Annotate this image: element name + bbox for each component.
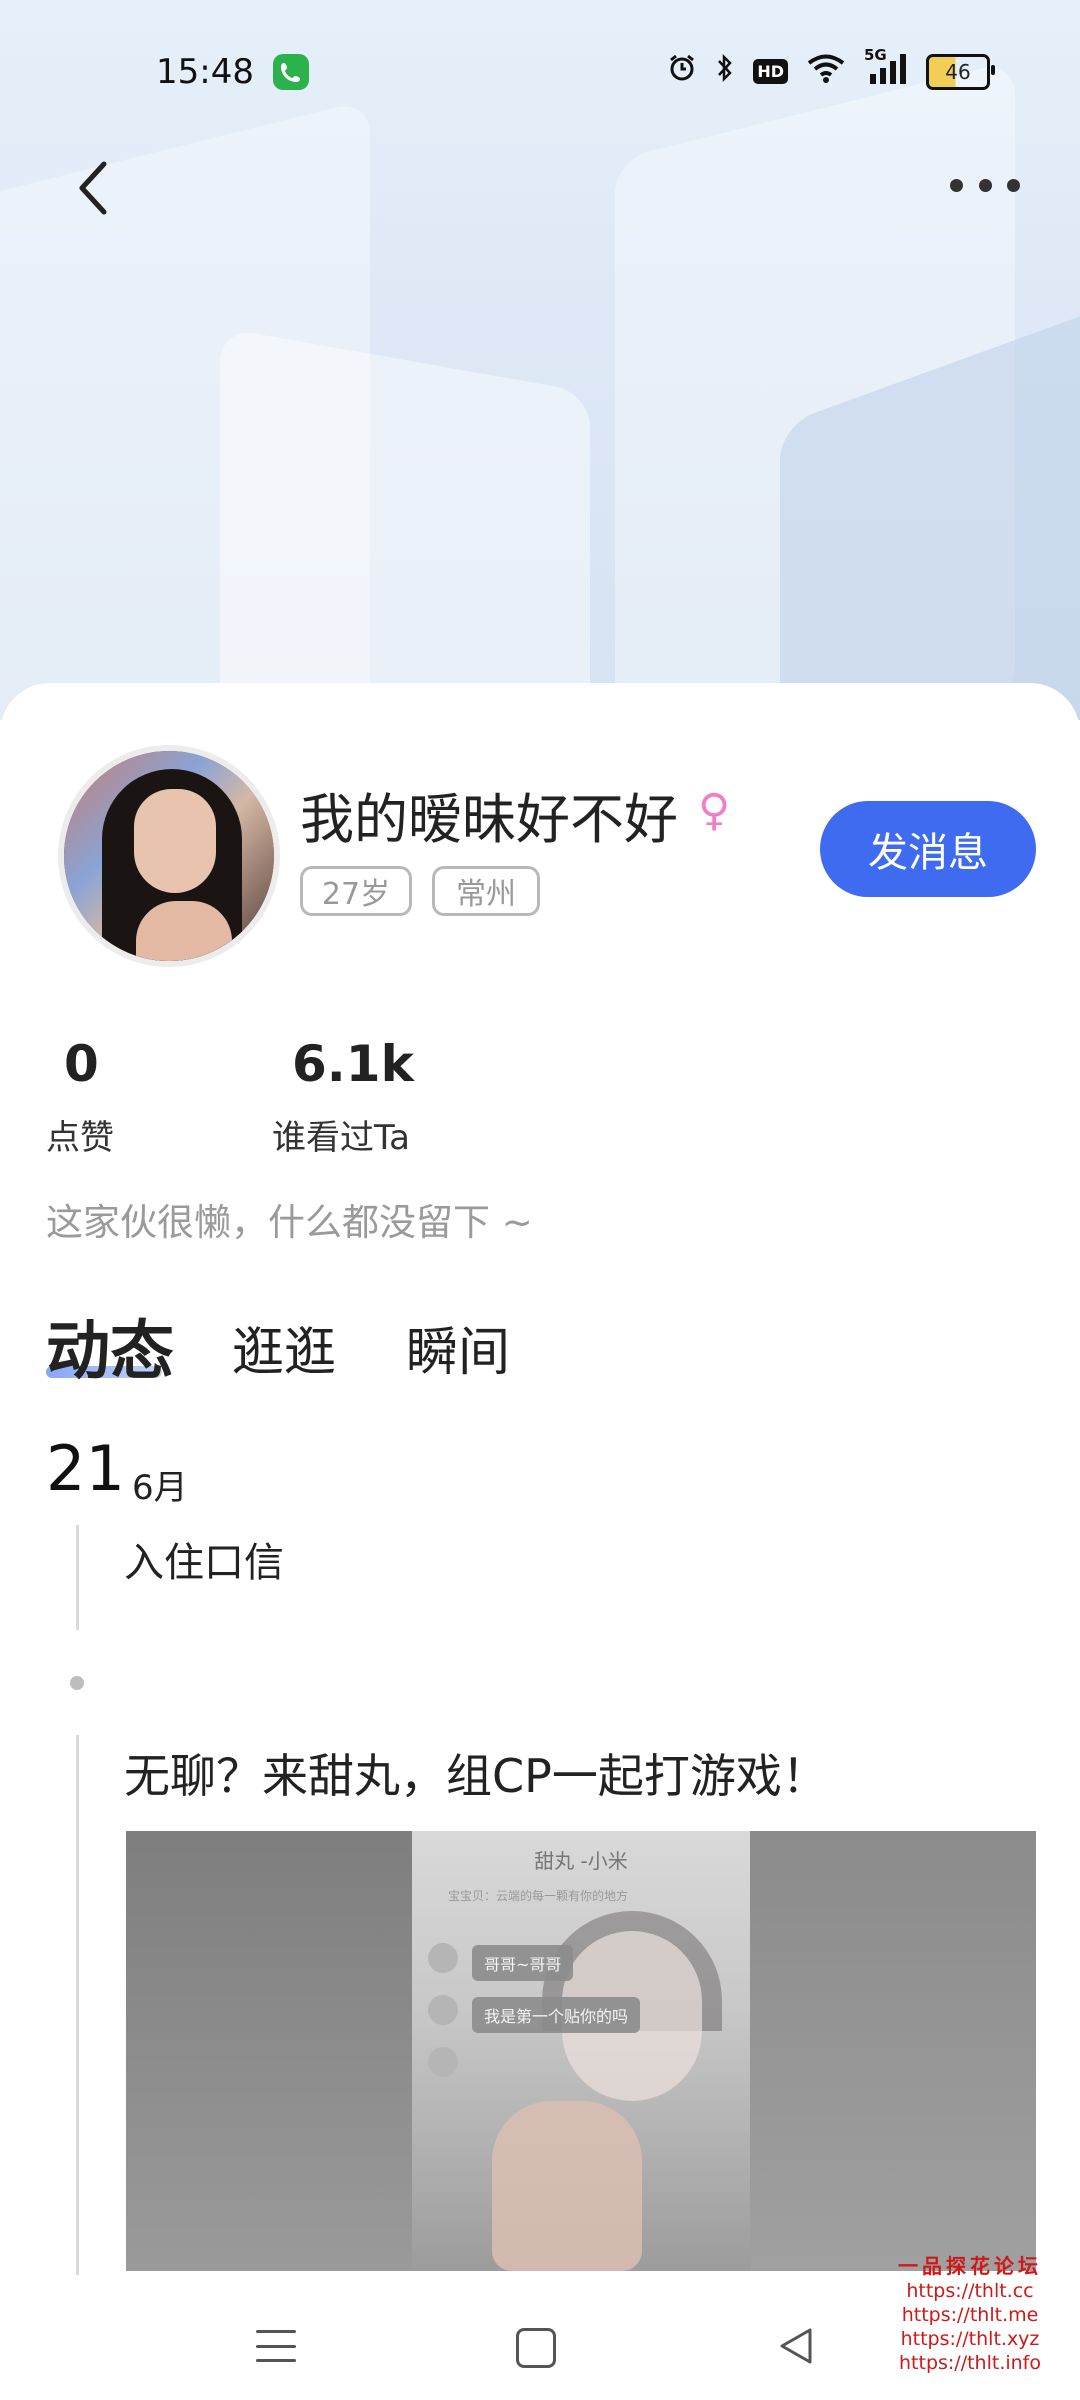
avatar[interactable] xyxy=(58,745,280,967)
avatar-shoulder xyxy=(136,901,232,961)
back-button[interactable] xyxy=(70,158,118,218)
age-tag: 27岁 xyxy=(300,866,412,916)
battery-level: 46 xyxy=(945,59,971,84)
visitors-label[interactable]: 谁看过Ta xyxy=(272,1110,410,1159)
post-image[interactable]: 甜丸 -小米 宝宝贝：云端的每一颗有你的地方 哥哥~哥哥 我是第一个贴你的吗 xyxy=(126,1831,1036,2271)
image-blur-right xyxy=(750,1831,1036,2271)
bluetooth-icon xyxy=(715,53,735,90)
more-options-button[interactable] xyxy=(950,170,1020,200)
timeline-line xyxy=(76,1525,79,1630)
tab-posts[interactable]: 动态 xyxy=(46,1300,174,1392)
chevron-left-icon xyxy=(79,161,107,215)
network-type-label: 5G xyxy=(864,46,887,64)
bio-text: 这家伙很懒，什么都没留下 ~ xyxy=(46,1201,533,1244)
image-subtitle: 宝宝贝：云端的每一颗有你的地方 xyxy=(448,1889,629,1903)
menu-icon[interactable] xyxy=(256,2330,296,2362)
phone-call-icon xyxy=(273,54,309,90)
decorative-shape xyxy=(220,327,590,720)
image-hand xyxy=(492,2101,642,2271)
image-blur-left xyxy=(126,1831,412,2271)
post-text[interactable]: 无聊？来甜丸，组CP一起打游戏！ xyxy=(124,1740,828,1806)
avatar-face xyxy=(134,789,216,893)
hd-icon: HD xyxy=(753,59,788,84)
image-screenshot: 甜丸 -小米 宝宝贝：云端的每一颗有你的地方 哥哥~哥哥 我是第一个贴你的吗 xyxy=(412,1831,750,2271)
alarm-icon xyxy=(667,53,697,90)
more-dot xyxy=(978,178,992,192)
wifi-icon xyxy=(806,53,846,90)
system-navigation-bar xyxy=(0,2290,1080,2400)
username: 我的暧昧好不好 xyxy=(300,788,678,851)
chat-avatar xyxy=(428,1995,458,2025)
timeline-line xyxy=(76,1735,79,2275)
more-horizontal-icon xyxy=(950,178,963,192)
profile-header-background xyxy=(0,0,1080,720)
send-message-button[interactable]: 发消息 xyxy=(820,801,1036,897)
visitors-count[interactable]: 6.1k xyxy=(292,1035,414,1093)
image-title: 甜丸 -小米 xyxy=(534,1849,628,1873)
join-event-text: 入住口信 xyxy=(124,1540,284,1586)
more-dot xyxy=(1007,178,1020,192)
battery-icon: 46 xyxy=(926,53,995,90)
timeline-month: 6月 xyxy=(132,1468,188,1508)
status-bar: 15:48 HD 5G 46 xyxy=(0,40,1080,100)
tab-moments[interactable]: 瞬间 xyxy=(406,1310,510,1385)
chat-avatar xyxy=(428,1943,458,1973)
back-triangle-icon[interactable] xyxy=(776,2326,816,2370)
status-time: 15:48 xyxy=(156,52,254,92)
cellular-signal-icon: 5G xyxy=(864,46,908,91)
tab-browse[interactable]: 逛逛 xyxy=(232,1310,336,1385)
timeline-dot xyxy=(70,1676,84,1690)
city-tag: 常州 xyxy=(432,866,540,916)
chat-bubble: 哥哥~哥哥 xyxy=(472,1945,574,1981)
likes-count: 0 xyxy=(64,1035,99,1093)
home-icon[interactable] xyxy=(516,2328,556,2368)
watermark-title: 一品探花论坛 xyxy=(898,2254,1042,2278)
timeline-day: 21 xyxy=(46,1432,125,1505)
likes-label: 点赞 xyxy=(46,1118,114,1158)
female-gender-icon: ♀ xyxy=(698,785,731,836)
chat-bubble: 我是第一个贴你的吗 xyxy=(472,1997,641,2033)
chat-avatar xyxy=(428,2047,458,2077)
